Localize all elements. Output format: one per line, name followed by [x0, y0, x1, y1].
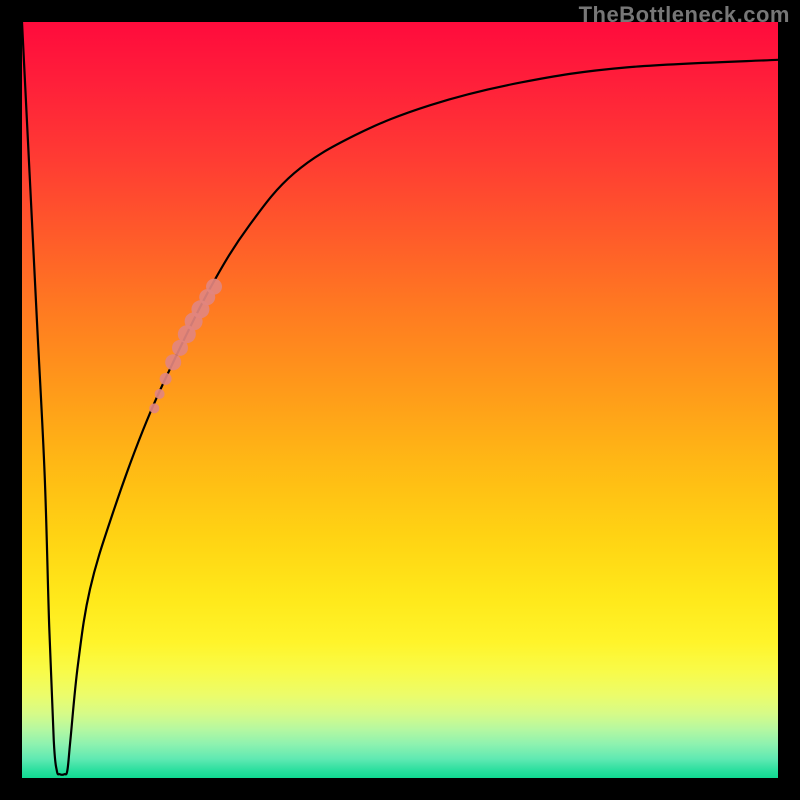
marker-dot	[160, 373, 172, 385]
marker-dot	[149, 403, 159, 413]
marker-dot	[155, 389, 165, 399]
chart-frame: TheBottleneck.com	[0, 0, 800, 800]
marker-dot	[165, 354, 181, 370]
plot-area	[22, 22, 778, 778]
watermark-text: TheBottleneck.com	[579, 2, 790, 28]
bottleneck-curve	[22, 22, 778, 775]
highlight-markers	[149, 279, 222, 414]
chart-svg	[22, 22, 778, 778]
marker-dot	[206, 279, 222, 295]
